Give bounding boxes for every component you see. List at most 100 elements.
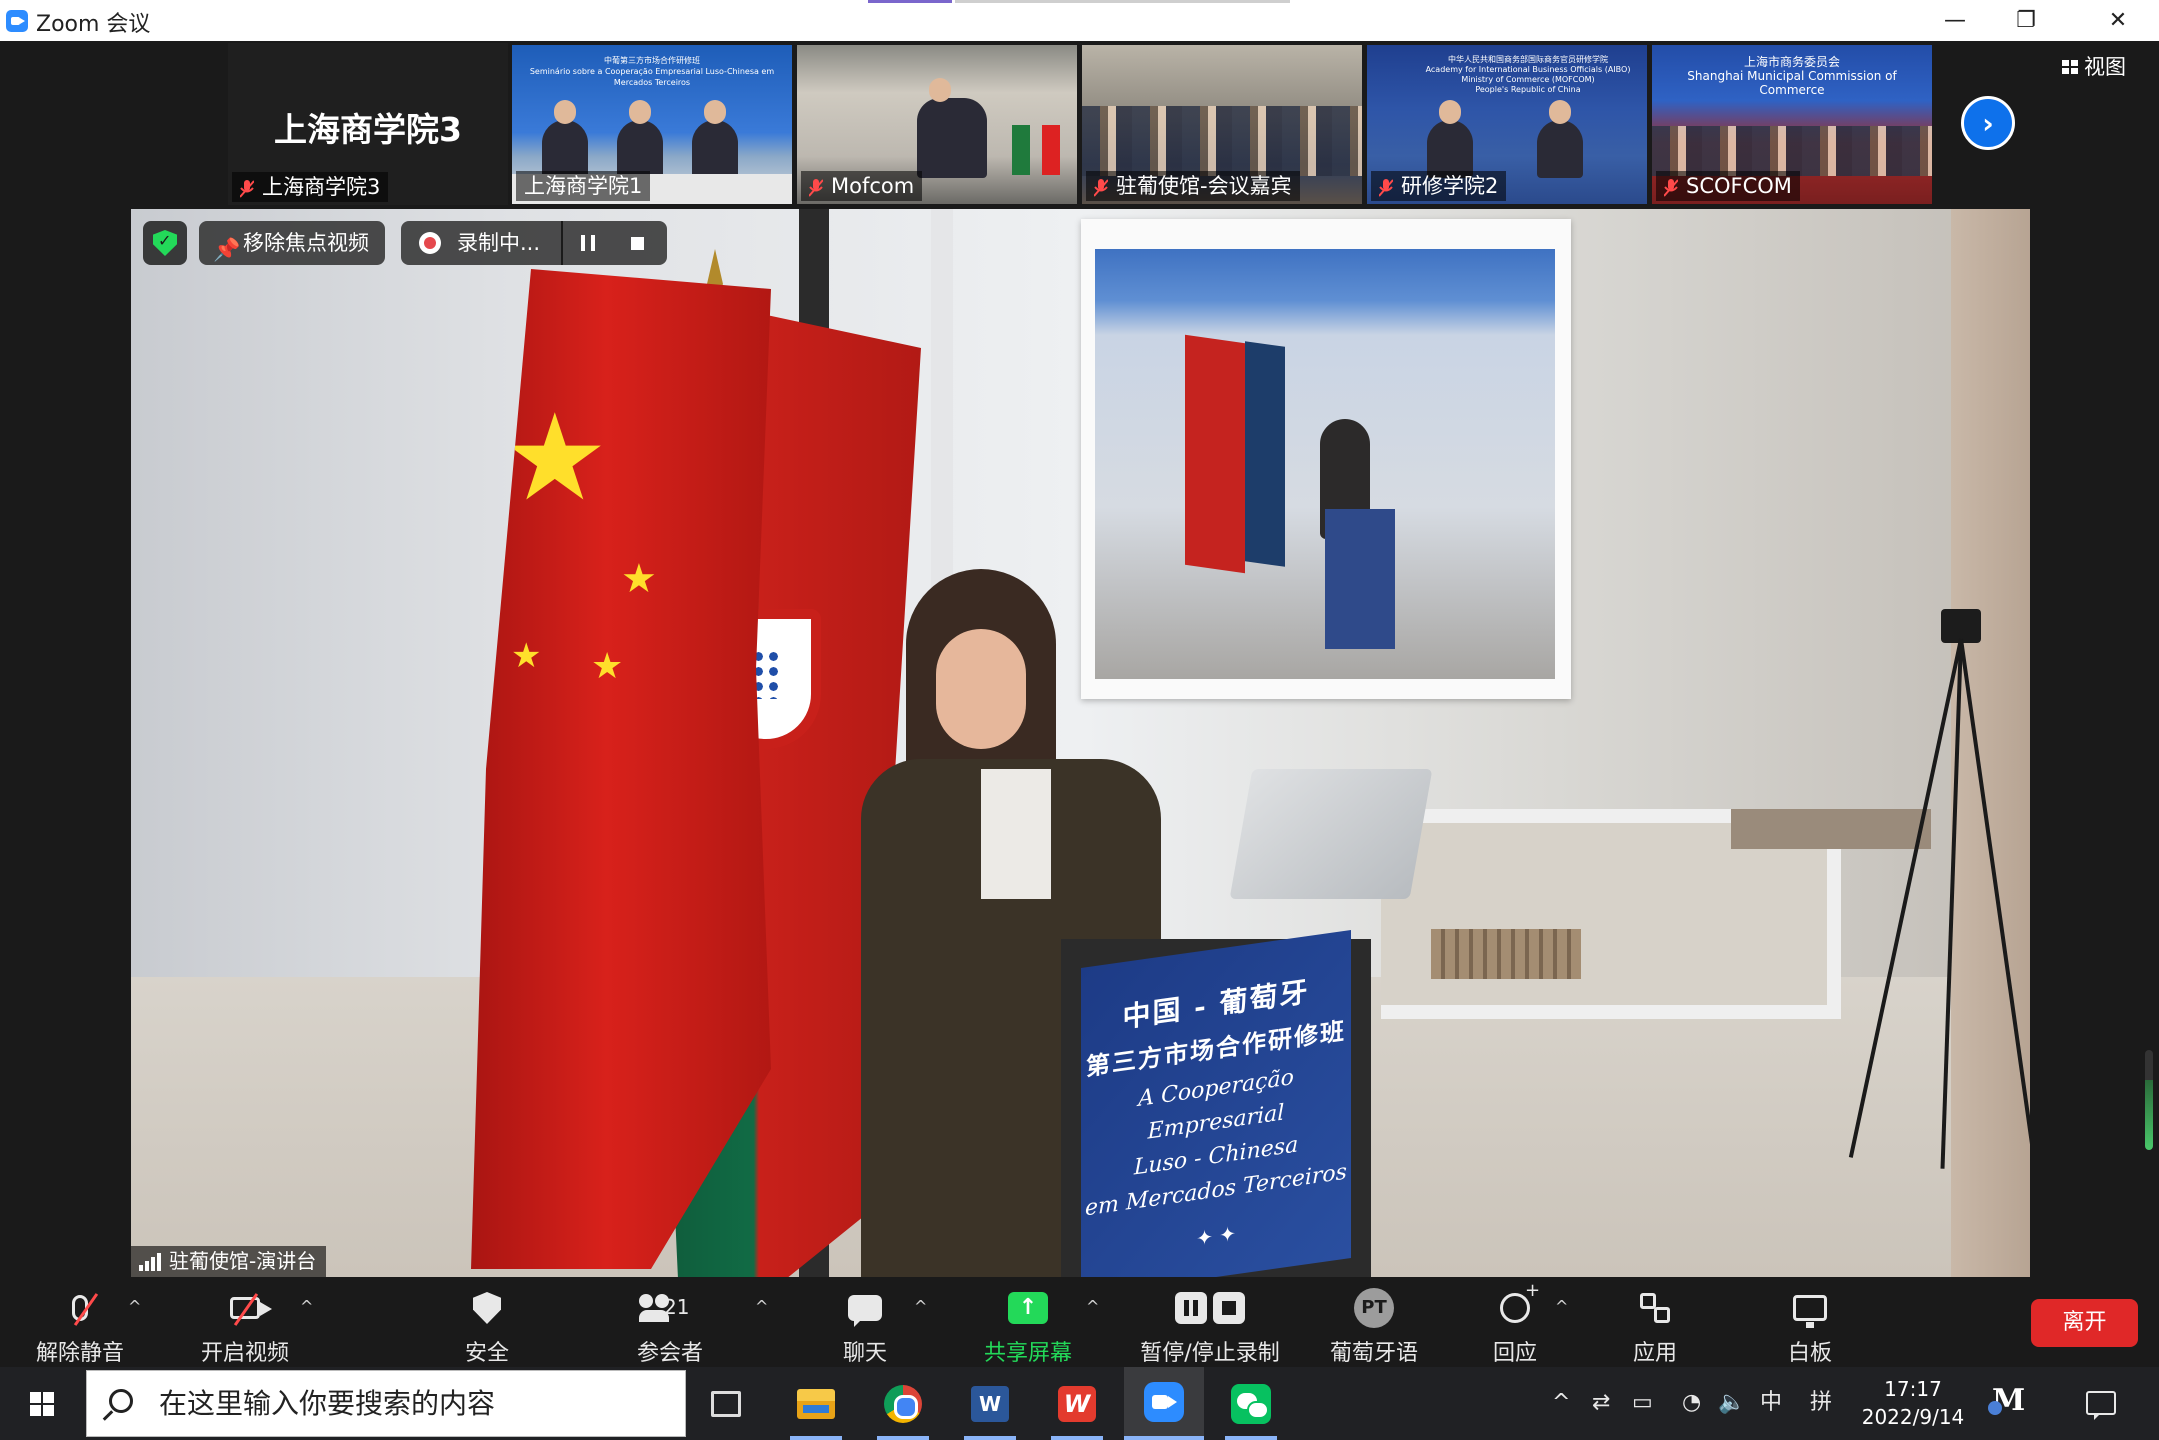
tile-banner-text: 上海市商务委员会 Shanghai Municipal Commission o… xyxy=(1687,55,1897,97)
zoom-icon xyxy=(1144,1381,1184,1422)
unmute-button[interactable]: 解除静音 xyxy=(20,1277,140,1367)
audience-crowd xyxy=(1082,106,1362,176)
mic-muted-icon xyxy=(1378,176,1394,197)
notification-center-icon[interactable] xyxy=(2086,1391,2116,1420)
encryption-badge[interactable] xyxy=(143,221,187,265)
apps-icon xyxy=(1634,1289,1676,1327)
battery-icon[interactable]: ▭ xyxy=(1632,1389,1653,1417)
whiteboard-button[interactable]: 白板 xyxy=(1750,1277,1870,1367)
small-star-icon: ★ xyxy=(591,646,624,687)
chevron-up-icon[interactable]: ^ xyxy=(300,1297,313,1316)
connection-signal-icon xyxy=(139,1253,161,1271)
chevron-up-icon[interactable]: ^ xyxy=(914,1297,927,1316)
microphone-muted-icon xyxy=(59,1289,101,1327)
wps-icon: W xyxy=(1058,1385,1096,1422)
small-star-icon: ★ xyxy=(511,636,542,676)
word-app[interactable]: W xyxy=(950,1367,1030,1440)
podium-sign: 中国 - 葡萄牙 第三方市场合作研修班 A Cooperação Empresa… xyxy=(1081,930,1351,1277)
participant-tile[interactable]: 上海市商务委员会 Shanghai Municipal Commission o… xyxy=(1652,45,1932,204)
wechat-app[interactable] xyxy=(1211,1367,1291,1440)
tile-banner-text: 中葡第三方市场合作研修班 Seminário sobre a Cooperaçã… xyxy=(529,56,775,87)
self-display-name: 上海商学院3 xyxy=(274,110,462,149)
shield-check-icon xyxy=(153,230,177,256)
minimize-button[interactable]: — xyxy=(1922,0,1988,41)
participant-tile[interactable]: 中葡第三方市场合作研修班 Seminário sobre a Cooperaçã… xyxy=(512,45,792,204)
active-speaker-video[interactable]: ★ ★ ★ ★ 中国 - 葡萄牙 第三方市场合作研修班 A Cooperação… xyxy=(131,209,2030,1277)
search-icon xyxy=(109,1389,133,1413)
grid-view-icon xyxy=(2062,60,2078,74)
start-button[interactable] xyxy=(0,1367,84,1440)
system-clock[interactable]: 17:17 2022/9/14 xyxy=(1858,1375,1968,1431)
mail-app-icon[interactable]: M xyxy=(1987,1383,2025,1418)
leave-meeting-button[interactable]: 离开 xyxy=(2031,1299,2138,1347)
word-icon: W xyxy=(971,1385,1009,1422)
volume-icon[interactable]: 🔈 xyxy=(1718,1389,1745,1417)
chevron-up-icon[interactable]: ^ xyxy=(1555,1297,1568,1316)
folder-icon xyxy=(797,1388,835,1419)
taskbar-search-input[interactable] xyxy=(159,1371,669,1436)
participant-label: Mofcom xyxy=(801,171,923,201)
participant-figure xyxy=(1537,100,1583,178)
close-button[interactable]: ✕ xyxy=(2085,0,2151,41)
chevron-up-icon[interactable]: ^ xyxy=(1552,1389,1570,1417)
shield-icon xyxy=(466,1289,508,1327)
chrome-app[interactable] xyxy=(863,1367,943,1440)
chevron-up-icon[interactable]: ^ xyxy=(1086,1297,1099,1316)
ime-layout-indicator[interactable]: 拼 xyxy=(1810,1389,1832,1417)
view-button[interactable]: 视图 xyxy=(2062,51,2126,81)
firewood-logs xyxy=(1431,929,1581,979)
task-view-button[interactable] xyxy=(686,1367,766,1440)
unpin-video-button[interactable]: 📌 移除焦点视频 xyxy=(199,221,385,265)
china-flag: ★ ★ ★ ★ xyxy=(471,269,771,1269)
participants-button[interactable]: 21 参会者 xyxy=(610,1277,730,1367)
security-button[interactable]: 安全 xyxy=(427,1277,547,1367)
chevron-up-icon[interactable]: ^ xyxy=(755,1297,768,1316)
windows-logo-icon xyxy=(30,1391,54,1416)
recording-status: 录制中... xyxy=(401,221,667,265)
pause-stop-icon xyxy=(1170,1289,1250,1327)
chevron-up-icon[interactable]: ^ xyxy=(128,1297,141,1316)
start-video-button[interactable]: 开启视频 xyxy=(185,1277,305,1367)
mic-muted-icon xyxy=(239,177,255,198)
pin-icon: 📌 xyxy=(213,238,241,263)
whiteboard-icon xyxy=(1789,1289,1831,1328)
share-tab-indicator xyxy=(868,0,952,3)
participant-label: 研修学院2 xyxy=(1371,171,1507,201)
interpretation-button[interactable]: PT 葡萄牙语 xyxy=(1314,1277,1434,1367)
reactions-button[interactable]: 回应 xyxy=(1455,1277,1575,1367)
participant-gallery-strip: 上海商学院3 上海商学院3 中葡第三方市场合作研修班 Seminário sob… xyxy=(0,41,2159,207)
ime-mode-indicator[interactable]: 中 xyxy=(1760,1389,1782,1417)
clock-time: 17:17 xyxy=(1884,1377,1942,1401)
china-flag-icon xyxy=(1042,125,1060,175)
self-video-tile[interactable]: 上海商学院3 上海商学院3 xyxy=(228,43,508,205)
pause-stop-recording-button[interactable]: 暂停/停止录制 xyxy=(1130,1277,1290,1367)
wifi-icon[interactable]: ◔ xyxy=(1682,1389,1701,1417)
task-view-icon xyxy=(711,1390,741,1417)
apps-button[interactable]: 应用 xyxy=(1595,1277,1715,1367)
next-page-button[interactable]: › xyxy=(1961,96,2015,150)
clock-date: 2022/9/14 xyxy=(1861,1405,1965,1429)
participants-icon: 21 xyxy=(618,1289,698,1327)
taskbar-search[interactable] xyxy=(86,1370,686,1437)
laptop xyxy=(1229,769,1433,899)
stop-recording-icon[interactable] xyxy=(631,237,644,250)
participant-label: 驻葡使馆-会议嘉宾 xyxy=(1086,171,1300,201)
small-star-icon: ★ xyxy=(621,556,657,602)
zoom-app[interactable] xyxy=(1124,1367,1204,1440)
participant-tile[interactable]: 中华人民共和国商务部国际商务官员研修学院 Academy for Interna… xyxy=(1367,45,1647,204)
file-explorer-app[interactable] xyxy=(776,1367,856,1440)
share-tab-indicator-secondary xyxy=(955,0,1290,3)
participant-tile[interactable]: 驻葡使馆-会议嘉宾 xyxy=(1082,45,1362,204)
restore-button[interactable]: ❐ xyxy=(1993,0,2059,41)
participant-label: SCOFCOM xyxy=(1656,171,1800,201)
share-screen-icon: ↑ xyxy=(1007,1289,1049,1327)
participant-tile[interactable]: Mofcom xyxy=(797,45,1077,204)
wps-app[interactable]: W xyxy=(1037,1367,1117,1440)
zoom-logo-icon xyxy=(6,10,28,32)
share-screen-button[interactable]: ↑ 共享屏幕 xyxy=(968,1277,1088,1367)
emoji-reaction-icon xyxy=(1494,1280,1540,1327)
chat-button[interactable]: 聊天 xyxy=(805,1277,925,1367)
language-pt-icon: PT xyxy=(1353,1288,1395,1328)
sync-icon[interactable]: ⇄ xyxy=(1592,1389,1610,1417)
pause-recording-icon[interactable] xyxy=(581,235,595,251)
